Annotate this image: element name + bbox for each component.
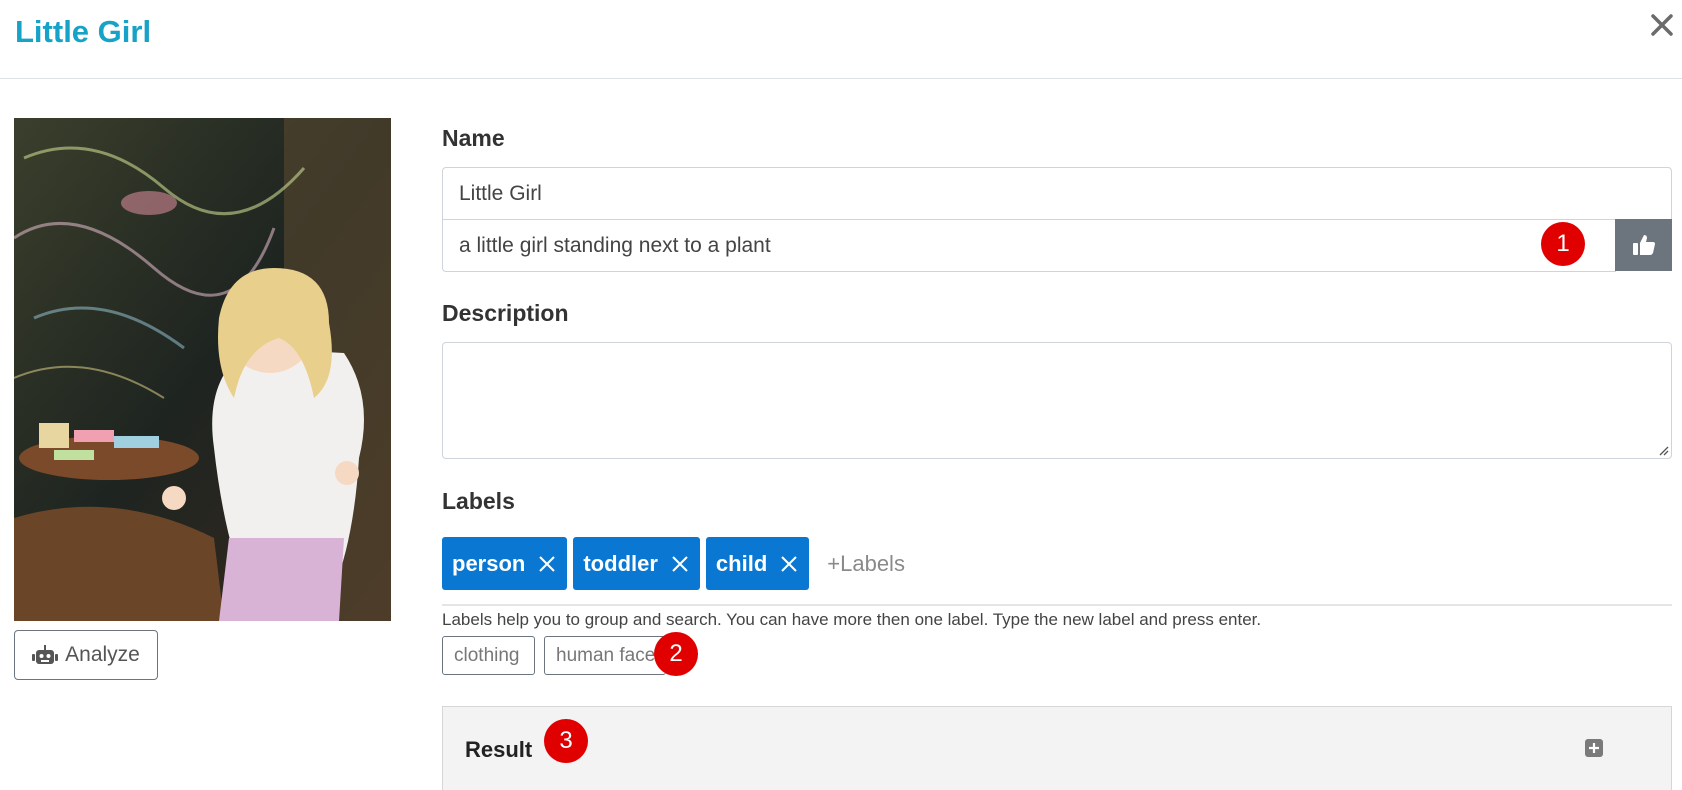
robot-icon <box>32 645 59 664</box>
close-icon[interactable] <box>1645 8 1679 42</box>
analyze-label: Analyze <box>65 643 140 666</box>
description-textarea[interactable] <box>442 342 1672 459</box>
name-input[interactable]: Little Girl <box>442 167 1672 220</box>
modal-header: Little Girl <box>0 0 1682 79</box>
labels-input: person toddler child +Labels <box>442 537 905 590</box>
suggested-label-clothing[interactable]: clothing <box>442 636 535 675</box>
result-panel[interactable]: Result <box>442 706 1672 790</box>
label-tag-child: child <box>705 537 810 590</box>
photo-preview <box>14 118 391 621</box>
labels-divider <box>442 604 1672 606</box>
marker-1: 1 <box>1541 222 1585 266</box>
suggested-label-human-face[interactable]: human face <box>544 636 666 675</box>
accept-suggestion-button[interactable] <box>1615 219 1672 271</box>
description-label: Description <box>442 300 569 326</box>
label-tag-text: person <box>452 550 526 576</box>
marker-2: 2 <box>654 632 698 676</box>
marker-3: 3 <box>544 719 588 763</box>
resize-handle-icon[interactable] <box>1657 444 1669 456</box>
label-tag-toddler: toddler <box>573 537 700 590</box>
expand-icon[interactable] <box>1584 738 1604 758</box>
page-title: Little Girl <box>15 14 152 49</box>
labels-help-text: Labels help you to group and search. You… <box>442 610 1262 629</box>
remove-icon[interactable] <box>670 554 690 574</box>
suggested-label-text: clothing <box>454 644 520 666</box>
thumbs-up-icon <box>1632 235 1655 255</box>
remove-icon[interactable] <box>537 554 557 574</box>
remove-icon[interactable] <box>779 554 799 574</box>
result-title: Result <box>465 737 533 762</box>
add-labels-input[interactable]: +Labels <box>827 551 905 577</box>
suggested-label-text: human face <box>556 644 656 666</box>
label-tag-text: child <box>715 550 768 576</box>
suggested-name-input[interactable]: a little girl standing next to a plant <box>442 219 1616 272</box>
suggested-name-value: a little girl standing next to a plant <box>459 233 771 257</box>
name-input-value: Little Girl <box>459 181 542 205</box>
analyze-button[interactable]: Analyze <box>14 630 158 680</box>
label-tag-text: toddler <box>583 550 658 576</box>
labels-label: Labels <box>442 488 515 514</box>
photo-image <box>14 118 391 621</box>
name-label: Name <box>442 125 505 151</box>
label-tag-person: person <box>442 537 568 590</box>
